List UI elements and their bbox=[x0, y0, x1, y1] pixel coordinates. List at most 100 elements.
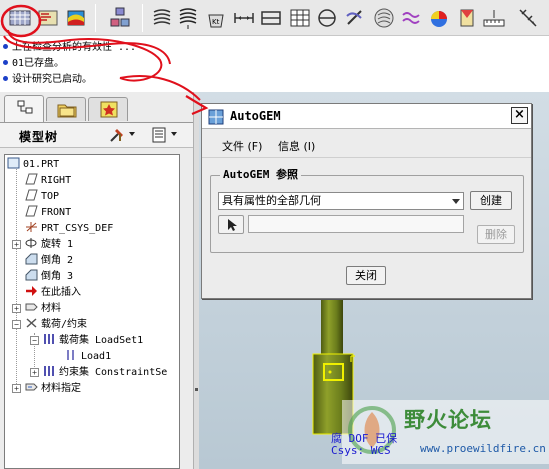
dialog-title: AutoGEM bbox=[230, 109, 281, 123]
dialog-menubar: 文件 (F) 信息 (I) bbox=[202, 130, 531, 158]
show-columns-icon[interactable] bbox=[150, 126, 168, 144]
load-set-icon bbox=[43, 333, 56, 345]
create-button[interactable]: 创建 bbox=[470, 191, 512, 210]
folder-icon bbox=[57, 104, 77, 118]
material-orientation-icon[interactable] bbox=[427, 6, 451, 30]
autogem-dialog: AutoGEM × 文件 (F) 信息 (I) AutoGEM 参照 具有属性的… bbox=[201, 103, 532, 299]
watermark-title: 野火论坛 bbox=[404, 408, 492, 432]
message-line: 01已存盘。 bbox=[3, 57, 64, 71]
tree-item-loads-constraints[interactable]: 载荷/约束 bbox=[25, 317, 87, 332]
message-line: 设计研究已启动。 bbox=[3, 73, 92, 87]
datum-plane-icon bbox=[25, 205, 38, 217]
beam-icon[interactable] bbox=[176, 6, 200, 30]
material-icon bbox=[25, 301, 38, 313]
settings-tools-icon[interactable] bbox=[108, 126, 126, 144]
expand-plus-icon[interactable]: + bbox=[12, 304, 21, 313]
page-title: 模型树 bbox=[19, 130, 59, 144]
select-pick-button[interactable] bbox=[218, 215, 244, 234]
revolve-icon bbox=[25, 237, 38, 249]
datum-plane-icon bbox=[25, 173, 38, 185]
load-constraint-icon bbox=[25, 317, 38, 329]
tree-item-material-assignment[interactable]: 材料指定 bbox=[25, 381, 81, 396]
tab-favorites[interactable] bbox=[88, 97, 128, 121]
close-button[interactable]: × bbox=[511, 107, 528, 124]
select-value: 具有属性的全部几何 bbox=[222, 194, 321, 207]
dialog-titlebar[interactable]: AutoGEM × bbox=[202, 104, 531, 129]
bullet-icon bbox=[3, 60, 8, 65]
menu-file[interactable]: 文件 (F) bbox=[222, 138, 262, 154]
dof-csys-overlay: 腐 DOF 已保 Csys: WCS bbox=[331, 433, 397, 457]
collapse-minus-icon[interactable]: − bbox=[30, 336, 39, 345]
sensor-icon[interactable] bbox=[516, 6, 540, 30]
tree-item-chamfer-3[interactable]: 倒角 3 bbox=[25, 269, 73, 284]
delete-button[interactable]: 删除 bbox=[477, 225, 515, 244]
chamfer-icon bbox=[25, 269, 38, 281]
cursor-arrow-icon bbox=[228, 219, 237, 231]
insert-here-arrow-icon bbox=[25, 285, 38, 297]
contact-icon[interactable] bbox=[372, 6, 396, 30]
watermark-url: www.proewildfire.cn bbox=[420, 442, 546, 455]
tree-item-revolve[interactable]: 旋转 1 bbox=[25, 237, 73, 252]
midsurface-icon[interactable] bbox=[259, 6, 283, 30]
tree-item-constraint-set[interactable]: 约束集 ConstraintSe bbox=[43, 365, 167, 380]
spring-icon[interactable] bbox=[150, 6, 174, 30]
selection-field[interactable] bbox=[248, 215, 464, 233]
mesh-icon[interactable] bbox=[8, 6, 32, 30]
tree-item-insert-here[interactable]: 在此插入 bbox=[25, 285, 81, 300]
tab-folder-browser[interactable] bbox=[46, 97, 86, 121]
grip-icon bbox=[195, 388, 198, 391]
tree-item-chamfer-2[interactable]: 倒角 2 bbox=[25, 253, 73, 268]
tree-item-csys[interactable]: PRT_CSYS_DEF bbox=[25, 221, 113, 236]
chevron-down-icon bbox=[452, 199, 460, 204]
material-icon[interactable] bbox=[455, 6, 479, 30]
chevron-down-icon[interactable] bbox=[171, 132, 177, 136]
model-tree-header: 模型树 bbox=[0, 122, 193, 148]
load-icon bbox=[65, 349, 78, 361]
rigid-link-icon[interactable] bbox=[343, 6, 367, 30]
tree-item-part[interactable]: 01.PRT bbox=[7, 157, 59, 172]
expand-plus-icon[interactable]: + bbox=[12, 384, 21, 393]
fringe-plot-icon[interactable] bbox=[64, 6, 88, 30]
tree-item-datum-top[interactable]: TOP bbox=[25, 189, 59, 204]
message-line: 上在检查分析的有效性 ... bbox=[3, 41, 136, 55]
expand-plus-icon[interactable]: + bbox=[12, 240, 21, 249]
constraint-set-icon bbox=[43, 365, 56, 377]
navigator-tabs bbox=[0, 92, 193, 122]
bullet-icon bbox=[3, 76, 8, 81]
tree-item-materials[interactable]: 材料 bbox=[25, 301, 61, 316]
mass-icon[interactable]: Kt bbox=[204, 6, 228, 30]
model-tree-icon bbox=[17, 100, 33, 114]
weld-icon[interactable] bbox=[315, 6, 339, 30]
measure-icon[interactable] bbox=[400, 6, 424, 30]
svg-text:Kt: Kt bbox=[212, 18, 220, 26]
main-toolbar: Kt bbox=[0, 0, 549, 36]
navigator-pane: 模型树 01.PRT RIGHT TOP FRONT PRT_CSYS_DEF … bbox=[0, 92, 193, 469]
menu-info[interactable]: 信息 (I) bbox=[278, 138, 315, 154]
tree-item-load-set[interactable]: 载荷集 LoadSet1 bbox=[43, 333, 143, 348]
measure-ruler-icon[interactable] bbox=[482, 6, 506, 30]
group-label: AutoGEM 参照 bbox=[220, 166, 301, 182]
model-setup-icon[interactable] bbox=[108, 6, 132, 30]
shell-icon[interactable] bbox=[232, 6, 256, 30]
close-dialog-button[interactable]: 关闭 bbox=[346, 266, 386, 285]
tree-item-load[interactable]: Load1 bbox=[65, 349, 111, 364]
collapse-minus-icon[interactable]: − bbox=[12, 320, 21, 329]
grid-table-icon[interactable] bbox=[288, 6, 312, 30]
autogem-app-icon bbox=[208, 109, 224, 125]
bullet-icon bbox=[3, 44, 8, 49]
tree-item-datum-front[interactable]: FRONT bbox=[25, 205, 71, 220]
part-icon bbox=[7, 157, 20, 169]
csys-text: Csys: WCS bbox=[331, 444, 391, 457]
chevron-down-icon[interactable] bbox=[129, 132, 135, 136]
datum-plane-icon bbox=[25, 189, 38, 201]
geometry-select[interactable]: 具有属性的全部几何 bbox=[218, 192, 464, 210]
model-tree: 01.PRT RIGHT TOP FRONT PRT_CSYS_DEF + 旋转… bbox=[4, 154, 180, 469]
expand-plus-icon[interactable]: + bbox=[30, 368, 39, 377]
favorites-star-icon bbox=[100, 101, 118, 118]
tree-item-datum-right[interactable]: RIGHT bbox=[25, 173, 71, 188]
material-assign-icon bbox=[25, 381, 38, 393]
message-area: 上在检查分析的有效性 ... 01已存盘。 设计研究已启动。 bbox=[0, 37, 549, 91]
csys-icon bbox=[25, 221, 38, 233]
tab-model-tree[interactable] bbox=[4, 95, 44, 122]
results-icon[interactable] bbox=[36, 6, 60, 30]
